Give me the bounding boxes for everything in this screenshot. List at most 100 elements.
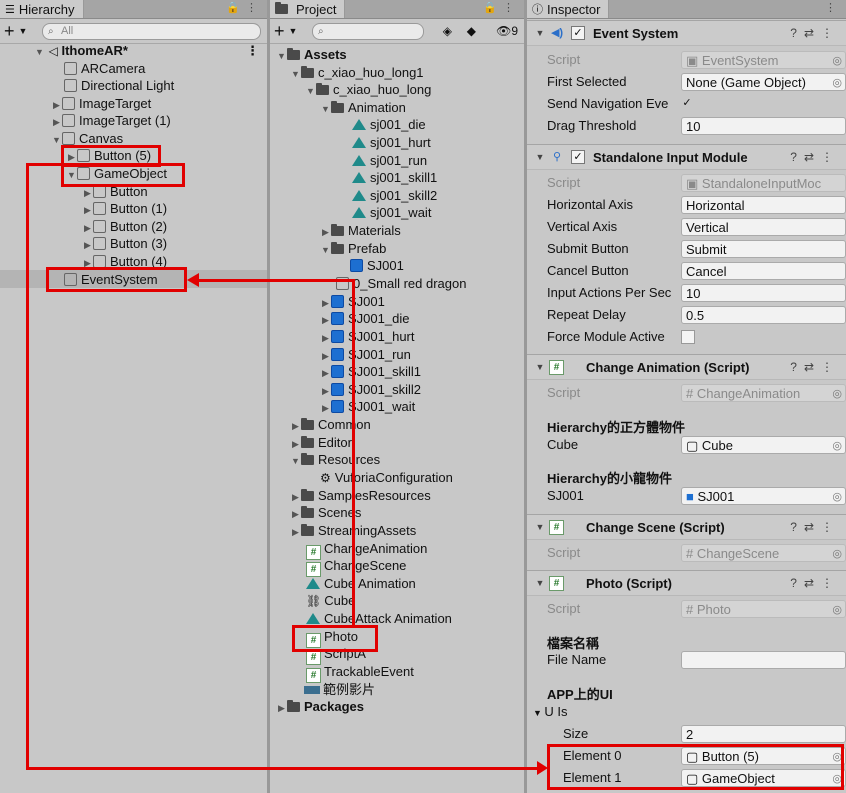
- project-item-sj001-skill2-prefab[interactable]: ▶ SJ001_skill2: [320, 381, 421, 399]
- add-icon[interactable]: +: [4, 22, 15, 40]
- first-selected-field[interactable]: None (Game Object) ◎: [681, 73, 846, 91]
- collapsed-arrow-icon[interactable]: ▶: [320, 224, 331, 242]
- element-0-object-field[interactable]: ▢ Button (5) ◎: [681, 747, 846, 765]
- expand-arrow-icon[interactable]: ▼: [320, 101, 331, 119]
- project-item-sj001-run-prefab[interactable]: ▶ SJ001_run: [320, 346, 411, 364]
- project-item-sj001-die[interactable]: sj001_die: [352, 116, 426, 134]
- hierarchy-item-button[interactable]: ▶ Button: [82, 183, 148, 201]
- hierarchy-item-arcamera[interactable]: ARCamera: [64, 60, 145, 78]
- project-item-small-red-dragon[interactable]: 0_Small red dragon: [336, 275, 466, 293]
- project-item-c-xiao-huo-long[interactable]: ▼ c_xiao_huo_long: [305, 81, 431, 99]
- add-icon[interactable]: +: [274, 22, 285, 40]
- fold-arrow-icon[interactable]: ▼: [531, 152, 549, 162]
- project-item-packages[interactable]: ▶ Packages: [276, 698, 364, 716]
- chevron-down-icon[interactable]: ▼: [289, 26, 298, 36]
- change-scene-component-header[interactable]: ▼ # Change Scene (Script) ?⇄⋮: [527, 514, 846, 540]
- expand-arrow-icon[interactable]: ▼: [290, 453, 301, 471]
- standalone-input-component-header[interactable]: ▼ ⚲ ✓ Standalone Input Module ?⇄⋮: [527, 144, 846, 170]
- object-picker-icon[interactable]: ◎: [832, 52, 842, 68]
- component-enabled-checkbox[interactable]: ✓: [571, 26, 585, 40]
- inspector-tab[interactable]: ⓘ Inspector: [527, 0, 610, 18]
- sj001-object-field[interactable]: ■ SJ001 ◎: [681, 487, 846, 505]
- change-animation-component-header[interactable]: ▼ # Change Animation (Script) ?⇄⋮: [527, 354, 846, 380]
- object-picker-icon[interactable]: ◎: [832, 437, 842, 453]
- project-item-c-xiao-huo-long1[interactable]: ▼ c_xiao_huo_long1: [290, 64, 424, 82]
- collapsed-arrow-icon[interactable]: ▶: [290, 524, 301, 542]
- object-picker-icon[interactable]: ◎: [832, 601, 842, 617]
- hierarchy-item-button-1[interactable]: ▶ Button (1): [82, 200, 167, 218]
- vertical-axis-field[interactable]: Vertical: [681, 218, 846, 236]
- lock-menu-icons[interactable]: 🔒⋮: [483, 1, 520, 14]
- object-picker-icon[interactable]: ◎: [832, 74, 842, 90]
- collapsed-arrow-icon[interactable]: ▶: [82, 255, 93, 273]
- send-navigation-checkbox[interactable]: ✓: [681, 97, 693, 109]
- expand-arrow-icon[interactable]: ▼: [533, 708, 544, 718]
- horizontal-axis-field[interactable]: Horizontal: [681, 196, 846, 214]
- collapsed-arrow-icon[interactable]: ▶: [66, 149, 77, 167]
- object-picker-icon[interactable]: ◎: [832, 385, 842, 401]
- project-item-animation[interactable]: ▼ Animation: [320, 99, 406, 117]
- hierarchy-item-gameobject[interactable]: ▼ GameObject: [66, 165, 167, 183]
- tag-icon[interactable]: ◆: [467, 24, 476, 38]
- component-enabled-checkbox[interactable]: ✓: [571, 150, 585, 164]
- event-system-component-header[interactable]: ▼ ◀) ✓ Event System ?⇄⋮: [527, 20, 846, 46]
- project-item-sj001[interactable]: ▶ SJ001: [320, 293, 385, 311]
- fold-arrow-icon[interactable]: ▼: [531, 578, 549, 588]
- object-picker-icon[interactable]: ◎: [832, 770, 842, 786]
- hierarchy-item-eventsystem[interactable]: EventSystem: [64, 271, 158, 289]
- project-item-sj001-skill1[interactable]: sj001_skill1: [352, 169, 437, 187]
- project-item-common[interactable]: ▶ Common: [290, 416, 371, 434]
- project-item-cube-animation[interactable]: Cube Animation: [306, 575, 416, 593]
- lock-menu-icons[interactable]: 🔒⋮: [226, 1, 263, 14]
- collapsed-arrow-icon[interactable]: ▶: [82, 237, 93, 255]
- project-item-sj001-die-prefab[interactable]: ▶ SJ001_die: [320, 310, 409, 328]
- array-size-field[interactable]: 2: [681, 725, 846, 743]
- element-1-object-field[interactable]: ▢ GameObject ◎: [681, 769, 846, 787]
- fold-arrow-icon[interactable]: ▼: [531, 28, 549, 38]
- file-name-input[interactable]: [681, 651, 846, 669]
- cube-object-field[interactable]: ▢ Cube ◎: [681, 436, 846, 454]
- collapsed-arrow-icon[interactable]: ▶: [290, 506, 301, 524]
- expand-arrow-icon[interactable]: ▼: [51, 132, 62, 150]
- expand-arrow-icon[interactable]: ▼: [290, 66, 301, 84]
- project-item-editor[interactable]: ▶ Editor: [290, 434, 352, 452]
- component-controls-icons[interactable]: ?⇄⋮: [790, 576, 840, 590]
- chevron-down-icon[interactable]: ▼: [19, 26, 28, 36]
- project-item-sj001-wait-prefab[interactable]: ▶ SJ001_wait: [320, 398, 415, 416]
- hierarchy-item-button-2[interactable]: ▶ Button (2): [82, 218, 167, 236]
- project-item-sj001-hurt-prefab[interactable]: ▶ SJ001_hurt: [320, 328, 414, 346]
- expand-arrow-icon[interactable]: ▼: [276, 48, 287, 66]
- scene-menu-icon[interactable]: ⋮: [246, 42, 259, 60]
- expand-arrow-icon[interactable]: ▼: [34, 44, 45, 62]
- uis-foldout[interactable]: ▼ U Is: [533, 702, 667, 722]
- project-item-changescene[interactable]: # ChangeScene: [306, 557, 406, 577]
- expand-arrow-icon[interactable]: ▼: [305, 83, 316, 101]
- hierarchy-item-button-4[interactable]: ▶ Button (4): [82, 253, 167, 271]
- submit-button-field[interactable]: Submit: [681, 240, 846, 258]
- project-item-sj001-wait[interactable]: sj001_wait: [352, 204, 431, 222]
- project-item-sj001-hurt[interactable]: sj001_hurt: [352, 134, 431, 152]
- project-item-scenes[interactable]: ▶ Scenes: [290, 504, 361, 522]
- filter-type-icon[interactable]: ◈: [443, 24, 452, 38]
- project-item-materials[interactable]: ▶ Materials: [320, 222, 401, 240]
- hierarchy-tab[interactable]: ☰ Hierarchy: [0, 0, 84, 18]
- project-item-sj001-skill1-prefab[interactable]: ▶ SJ001_skill1: [320, 363, 421, 381]
- scene-row[interactable]: ▼ ◁ IthomeAR* ⋮: [34, 42, 267, 60]
- drag-threshold-field[interactable]: 10: [681, 117, 846, 135]
- collapsed-arrow-icon[interactable]: ▶: [320, 312, 331, 330]
- hierarchy-item-button-5[interactable]: ▶ Button (5): [66, 147, 151, 165]
- collapsed-arrow-icon[interactable]: ▶: [51, 114, 62, 132]
- force-module-active-checkbox[interactable]: [681, 330, 695, 344]
- collapsed-arrow-icon[interactable]: ▶: [276, 700, 287, 718]
- photo-component-header[interactable]: ▼ # Photo (Script) ?⇄⋮: [527, 570, 846, 596]
- expand-arrow-icon[interactable]: ▼: [320, 242, 331, 260]
- project-item-photo[interactable]: # Photo: [306, 628, 358, 648]
- hierarchy-item-button-3[interactable]: ▶ Button (3): [82, 235, 167, 253]
- component-controls-icons[interactable]: ?⇄⋮: [790, 520, 840, 534]
- project-item-streamingassets[interactable]: ▶ StreamingAssets: [290, 522, 416, 540]
- menu-icon[interactable]: ⋮: [825, 1, 842, 14]
- expand-arrow-icon[interactable]: ▼: [66, 167, 77, 185]
- component-controls-icons[interactable]: ?⇄⋮: [790, 26, 840, 40]
- project-item-changeanimation[interactable]: # ChangeAnimation: [306, 540, 427, 560]
- project-item-resources[interactable]: ▼ Resources: [290, 451, 380, 469]
